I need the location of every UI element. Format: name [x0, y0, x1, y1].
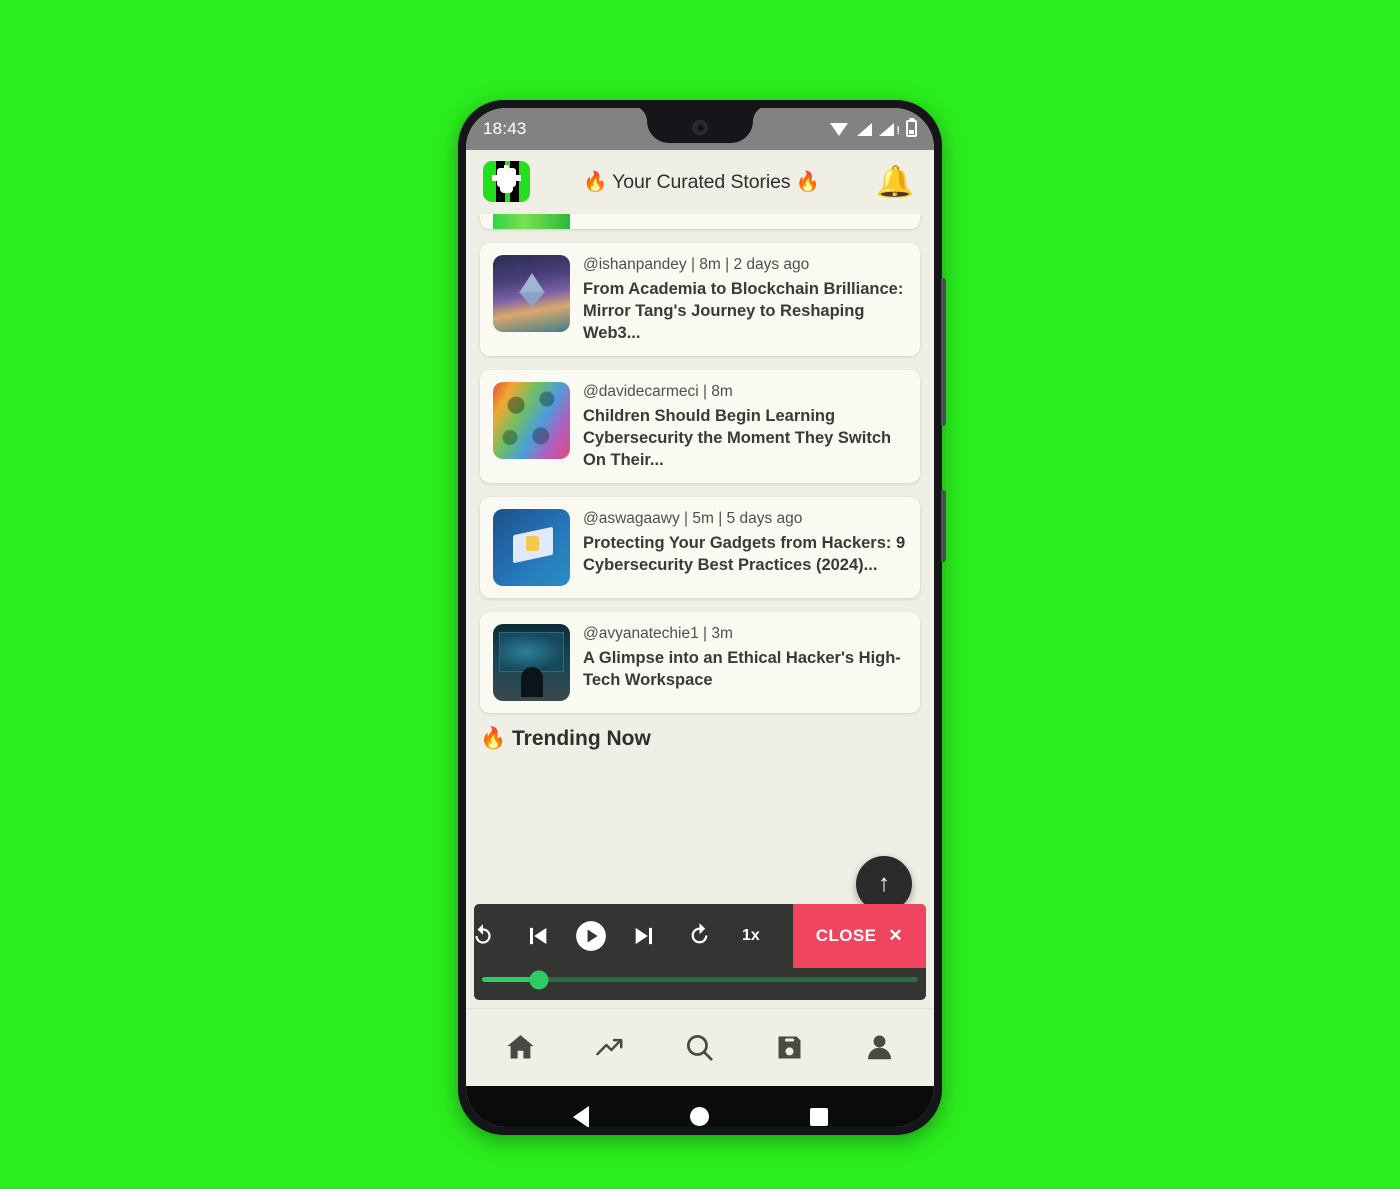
nav-search[interactable] — [672, 1019, 728, 1075]
story-thumbnail — [493, 624, 570, 702]
nav-home[interactable] — [493, 1019, 549, 1075]
close-player-label: CLOSE — [815, 925, 877, 945]
story-card[interactable]: @avyanatechie1 | 3m A Glimpse into an Et… — [480, 612, 920, 714]
story-card[interactable]: @ishanpandey | 8m | 2 days ago From Acad… — [480, 242, 920, 356]
playback-speed-button[interactable]: 1x — [742, 927, 760, 945]
recents-square-icon — [809, 1107, 828, 1126]
phone-frame: 18:43 ! 🔥 Your Curated Stories 🔥 🔔 @isha… — [458, 99, 946, 1135]
story-card[interactable]: @aswagaawy | 5m | 5 days ago Protecting … — [480, 497, 920, 599]
story-meta: @aswagaawy | 5m | 5 days ago — [583, 510, 803, 528]
forward-button[interactable] — [672, 909, 726, 963]
front-camera-icon — [692, 119, 708, 135]
story-thumbnail — [493, 509, 570, 587]
section-heading: 🔥 Trending Now — [480, 727, 651, 751]
home-icon — [507, 1034, 534, 1058]
phone-screen: 18:43 ! 🔥 Your Curated Stories 🔥 🔔 @isha… — [466, 107, 934, 1127]
play-icon — [576, 920, 606, 951]
android-back[interactable] — [561, 1097, 601, 1127]
display-notch — [630, 107, 770, 143]
story-thumbnail — [493, 381, 570, 459]
battery-icon — [906, 120, 917, 137]
story-meta: @ishanpandey | 8m | 2 days ago — [583, 255, 810, 273]
replay-button[interactable] — [474, 909, 510, 963]
story-title: Children Should Begin Learning Cybersecu… — [583, 406, 892, 470]
story-meta: @davidecarmeci | 8m — [583, 382, 733, 400]
audio-progress-thumb[interactable] — [529, 970, 549, 989]
story-title: From Academia to Blockchain Brilliance: … — [583, 279, 904, 342]
nav-saved[interactable] — [762, 1019, 818, 1075]
signal-icon — [856, 122, 872, 136]
trending-up-icon — [596, 1038, 623, 1055]
skip-previous-icon — [530, 927, 547, 944]
previous-button[interactable] — [510, 909, 564, 963]
notifications-button[interactable]: 🔔 — [873, 160, 917, 204]
story-card[interactable]: @davidecarmeci | 8m Children Should Begi… — [480, 369, 920, 484]
phone-bezel: 18:43 ! 🔥 Your Curated Stories 🔥 🔔 @isha… — [466, 107, 934, 1127]
story-feed[interactable]: @ishanpandey | 8m | 2 days ago From Acad… — [466, 213, 934, 1008]
story-meta: @avyanatechie1 | 3m — [583, 625, 733, 643]
story-title: Protecting Your Gadgets from Hackers: 9 … — [583, 534, 906, 575]
floppy-disk-icon — [778, 1036, 801, 1058]
android-home[interactable] — [680, 1097, 720, 1127]
audio-progress-slider[interactable] — [482, 970, 918, 989]
nav-trending[interactable] — [582, 1019, 638, 1075]
audio-player: 1x CLOSE ✕ — [474, 903, 926, 1000]
app-bar: 🔥 Your Curated Stories 🔥 🔔 — [466, 149, 934, 214]
hackernoon-logo[interactable] — [483, 161, 530, 202]
close-icon: ✕ — [888, 925, 903, 945]
phone-mockup: 18:43 ! 🔥 Your Curated Stories 🔥 🔔 @isha… — [440, 50, 960, 1140]
android-navigation-bar — [466, 1085, 934, 1127]
play-button[interactable] — [564, 909, 618, 963]
status-bar-icons: ! — [830, 120, 917, 137]
story-card-partial[interactable] — [480, 213, 920, 229]
nav-profile[interactable] — [851, 1019, 907, 1075]
redo-icon — [691, 923, 707, 944]
home-circle-icon — [690, 1107, 710, 1126]
bottom-navigation — [466, 1007, 934, 1086]
status-bar: 18:43 ! — [466, 107, 934, 150]
audio-progress-row — [474, 968, 926, 1000]
replay-icon — [475, 923, 491, 944]
story-title: A Glimpse into an Ethical Hacker's High-… — [583, 649, 901, 690]
next-button[interactable] — [618, 909, 672, 963]
search-icon — [687, 1034, 714, 1061]
page-title: 🔥 Your Curated Stories 🔥 — [583, 170, 820, 193]
status-bar-time: 18:43 — [483, 118, 527, 138]
power-button[interactable] — [941, 489, 946, 562]
close-player-button[interactable]: CLOSE ✕ — [792, 903, 926, 968]
volume-button[interactable] — [941, 277, 946, 426]
signal-warning-icon: ! — [879, 122, 900, 136]
story-thumbnail — [493, 254, 570, 332]
wifi-icon — [830, 122, 849, 136]
bell-icon: 🔔 — [875, 164, 915, 199]
person-icon — [867, 1035, 891, 1059]
story-thumbnail — [493, 213, 570, 229]
back-triangle-icon — [573, 1105, 590, 1127]
audio-player-controls: 1x CLOSE ✕ — [474, 903, 926, 968]
arrow-up-icon: ↑ — [878, 869, 890, 897]
skip-next-icon — [635, 927, 652, 944]
android-recents[interactable] — [799, 1097, 839, 1127]
